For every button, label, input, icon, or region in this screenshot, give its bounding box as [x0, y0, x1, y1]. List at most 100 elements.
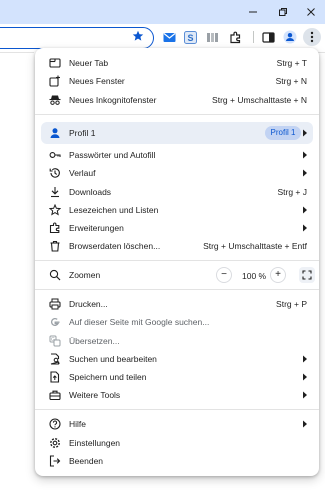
- exit-icon: [49, 455, 61, 467]
- menu-item-exit[interactable]: Beenden: [35, 452, 319, 470]
- side-panel-icon[interactable]: [261, 30, 275, 44]
- new-tab-label: Neuer Tab: [69, 58, 109, 68]
- new-tab-icon: [49, 57, 61, 69]
- clear-data-label: Browserdaten löschen...: [69, 241, 161, 251]
- submenu-arrow-icon: [303, 129, 307, 137]
- translate-label: Übersetzen...: [69, 336, 120, 346]
- bookmarks-label: Lesezeichen und Listen: [69, 205, 159, 215]
- incognito-shortcut: Strg + Umschalttaste + N: [212, 95, 307, 105]
- menu-item-history[interactable]: Verlauf: [35, 164, 319, 182]
- person-icon: [50, 128, 60, 138]
- page-divider: [0, 52, 34, 53]
- menu-divider: [35, 260, 319, 261]
- zoom-icon: [49, 269, 61, 281]
- menu-item-clear-data[interactable]: Browserdaten löschen... Strg + Umschaltt…: [35, 237, 319, 255]
- zoom-label: Zoomen: [69, 270, 101, 280]
- print-shortcut: Strg + P: [276, 299, 307, 309]
- menu-divider: [35, 114, 319, 115]
- submenu-arrow-icon: [303, 224, 307, 232]
- menu-item-passwords[interactable]: Passwörter und Autofill: [35, 146, 319, 164]
- print-label: Drucken...: [69, 299, 108, 309]
- save-share-label: Speichern und teilen: [69, 372, 147, 382]
- menu-item-bookmarks[interactable]: Lesezeichen und Listen: [35, 201, 319, 219]
- downloads-shortcut: Strg + J: [277, 187, 307, 197]
- menu-item-new-window[interactable]: Neues Fenster Strg + N: [35, 72, 319, 90]
- puzzle-icon: [49, 222, 61, 234]
- toolbox-icon: [49, 389, 61, 401]
- translate-icon: G: [49, 335, 61, 347]
- menu-item-help[interactable]: Hilfe: [35, 415, 319, 433]
- svg-text:S: S: [187, 33, 193, 43]
- zoom-in-button[interactable]: +: [270, 267, 286, 283]
- printer-icon: [49, 298, 61, 310]
- menu-item-zoom: Zoomen − 100 % +: [35, 266, 319, 284]
- fullscreen-icon[interactable]: [299, 267, 315, 283]
- menu-item-settings[interactable]: Einstellungen: [35, 434, 319, 452]
- menu-item-more-tools[interactable]: Weitere Tools: [35, 386, 319, 404]
- download-icon: [49, 186, 61, 198]
- new-window-shortcut: Strg + N: [275, 76, 307, 86]
- submenu-arrow-icon: [303, 355, 307, 363]
- menu-item-translate[interactable]: G Übersetzen...: [35, 332, 319, 350]
- menu-item-incognito[interactable]: Neues Inkognitofenster Strg + Umschaltta…: [35, 91, 319, 109]
- downloads-label: Downloads: [69, 187, 112, 197]
- s-extension-icon[interactable]: S: [183, 30, 197, 44]
- submenu-arrow-icon: [303, 373, 307, 381]
- menu-item-downloads[interactable]: Downloads Strg + J: [35, 183, 319, 201]
- menu-item-print[interactable]: Drucken... Strg + P: [35, 295, 319, 313]
- bookmark-star-icon[interactable]: [132, 30, 144, 42]
- find-document-icon: [49, 353, 61, 365]
- zoom-value: 100 %: [242, 271, 267, 281]
- incognito-label: Neues Inkognitofenster: [69, 95, 157, 105]
- extensions-label: Erweiterungen: [69, 223, 124, 233]
- google-search-label: Auf dieser Seite mit Google suchen...: [69, 317, 210, 327]
- menu-item-save-share[interactable]: Speichern und teilen: [35, 368, 319, 386]
- save-share-icon: [49, 371, 61, 383]
- clear-data-shortcut: Strg + Umschalttaste + Entf: [203, 241, 307, 251]
- toolbar-separator: [253, 31, 254, 43]
- google-icon: [49, 316, 61, 328]
- history-icon: [49, 167, 61, 179]
- history-label: Verlauf: [69, 168, 96, 178]
- submenu-arrow-icon: [303, 169, 307, 177]
- submenu-arrow-icon: [303, 151, 307, 159]
- menu-item-profile[interactable]: Profil 1 Profil 1: [41, 122, 313, 144]
- menu-item-new-tab[interactable]: Neuer Tab Strg + T: [35, 54, 319, 72]
- new-window-icon: [49, 75, 61, 87]
- puzzle-extension-icon[interactable]: [228, 30, 242, 44]
- menu-item-google-search[interactable]: Auf dieser Seite mit Google suchen...: [35, 313, 319, 331]
- star-icon: [49, 204, 61, 216]
- new-tab-shortcut: Strg + T: [276, 58, 307, 68]
- book-extension-icon[interactable]: [205, 30, 219, 44]
- address-bar[interactable]: [0, 27, 154, 49]
- key-icon: [49, 149, 61, 161]
- gear-icon: [49, 437, 61, 449]
- svg-text:G: G: [51, 337, 55, 343]
- restore-icon[interactable]: [269, 0, 297, 24]
- close-icon[interactable]: [297, 0, 325, 24]
- new-window-label: Neues Fenster: [69, 76, 125, 86]
- minimize-icon[interactable]: [239, 0, 267, 24]
- menu-item-extensions[interactable]: Erweiterungen: [35, 219, 319, 237]
- submenu-arrow-icon: [303, 206, 307, 214]
- help-label: Hilfe: [69, 419, 87, 429]
- submenu-arrow-icon: [303, 391, 307, 399]
- incognito-icon: [49, 94, 61, 106]
- profile-label: Profil 1: [69, 128, 96, 138]
- find-edit-label: Suchen und bearbeiten: [69, 354, 157, 364]
- page-divider-right: [318, 52, 325, 53]
- chrome-menu: Neuer Tab Strg + T Neues Fenster Strg + …: [35, 48, 319, 476]
- menu-divider: [35, 289, 319, 290]
- title-bar: [0, 0, 325, 24]
- profile-icon[interactable]: [283, 30, 297, 44]
- help-icon: [49, 418, 61, 430]
- profile-chip: Profil 1: [265, 126, 301, 140]
- menu-item-find-edit[interactable]: Suchen und bearbeiten: [35, 350, 319, 368]
- more-tools-label: Weitere Tools: [69, 390, 121, 400]
- mail-extension-icon[interactable]: [162, 30, 176, 44]
- settings-label: Einstellungen: [69, 438, 121, 448]
- kebab-menu-icon[interactable]: [303, 28, 321, 46]
- zoom-out-button[interactable]: −: [216, 267, 232, 283]
- exit-label: Beenden: [69, 456, 104, 466]
- passwords-label: Passwörter und Autofill: [69, 150, 156, 160]
